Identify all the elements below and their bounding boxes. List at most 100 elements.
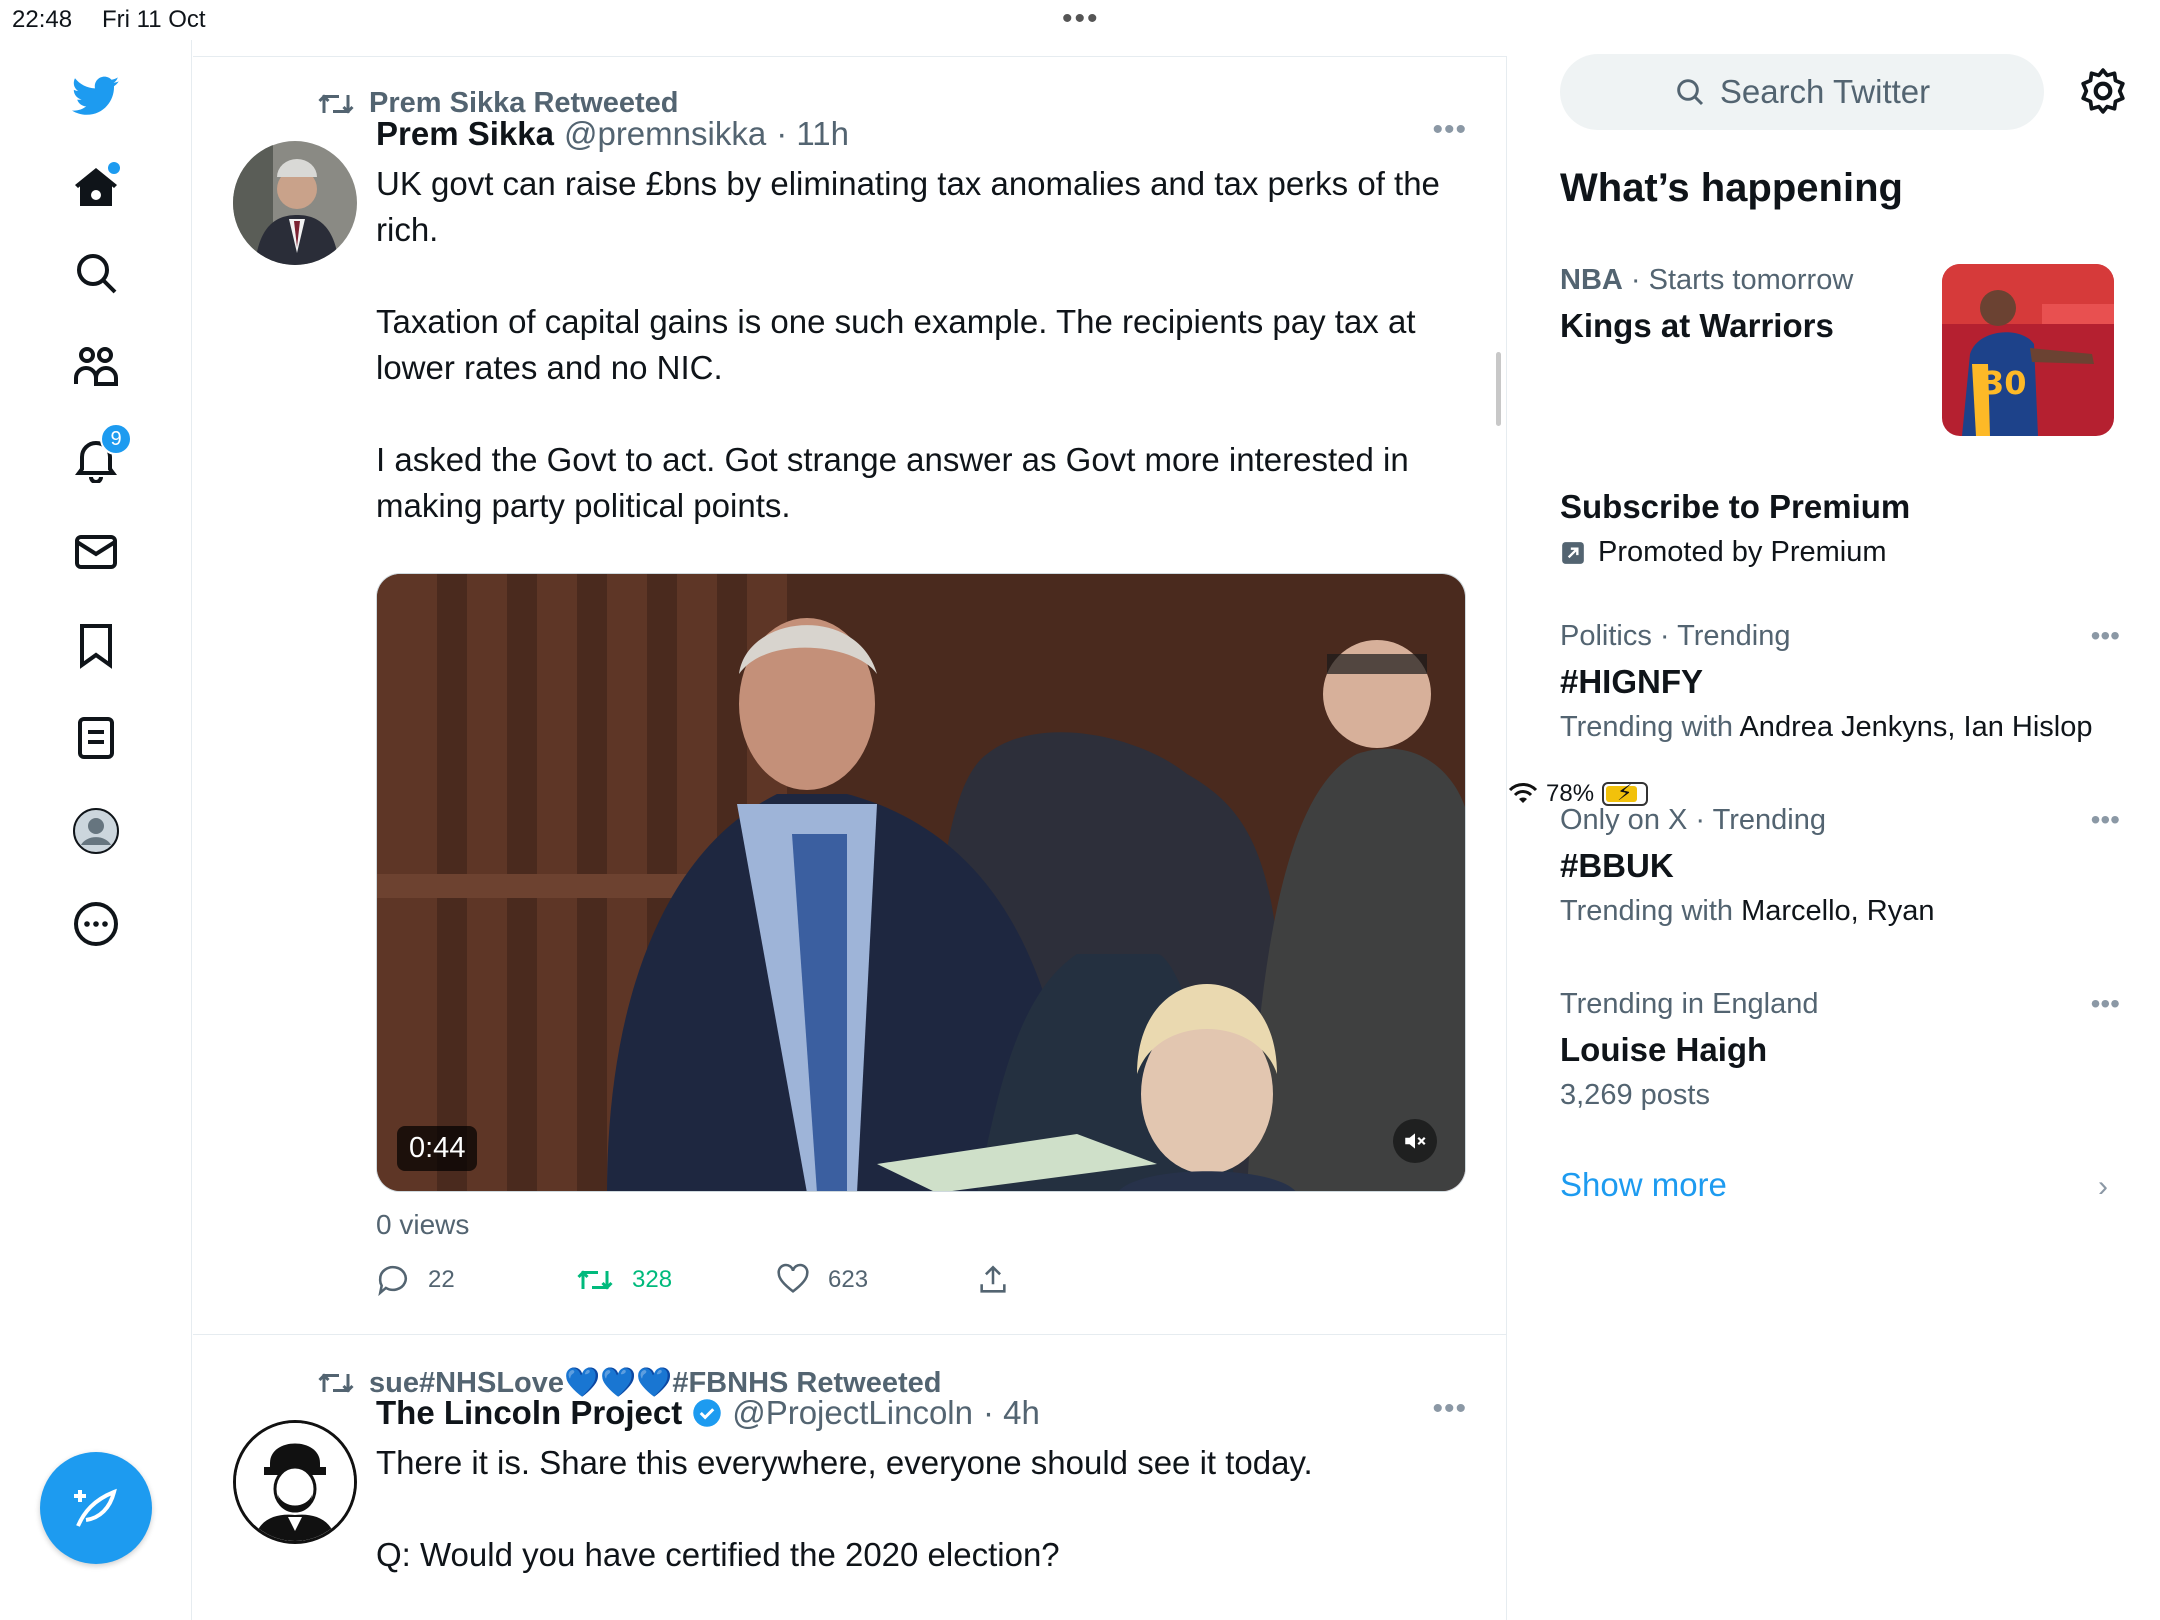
promo-premium[interactable]: Subscribe to Premium Promoted by Premium <box>1560 488 2120 569</box>
multitasking-dots[interactable]: ••• <box>1062 2 1100 36</box>
retweet-icon <box>577 1270 613 1290</box>
promo-meta: Promoted by Premium <box>1560 536 2120 569</box>
view-count: 0 views <box>376 1209 470 1240</box>
trend-meta: Politics · Trending <box>1560 620 1791 652</box>
video-duration: 0:44 <box>397 1126 478 1171</box>
trend-item[interactable]: Only on X · Trending ••• #BBUK Trending … <box>1560 804 2120 928</box>
tweet-header: The Lincoln Project @ProjectLincoln · 4h <box>376 1394 1040 1432</box>
tweet-paragraph: UK govt can raise £bns by eliminating ta… <box>376 165 1440 248</box>
nav-messages[interactable] <box>66 522 126 582</box>
whats-happening-title: What’s happening <box>1560 166 1903 210</box>
nav-explore[interactable] <box>66 243 126 303</box>
nba-thumbnail[interactable]: 30 <box>1942 264 2114 436</box>
mute-button[interactable] <box>1393 1119 1437 1163</box>
nav-home[interactable] <box>66 158 126 218</box>
retweet-count: 328 <box>632 1266 673 1293</box>
trend-item[interactable]: Politics · Trending ••• #HIGNFY Trending… <box>1560 620 2120 744</box>
nav-communities[interactable] <box>66 336 126 396</box>
trend-category: NBA <box>1560 264 1623 296</box>
notifications-badge: 9 <box>100 423 132 455</box>
reply-icon <box>378 1265 407 1297</box>
nav-lists[interactable] <box>66 708 126 768</box>
tweet-more-button[interactable]: ••• <box>1432 1392 1467 1426</box>
profile-avatar-icon <box>73 808 119 854</box>
trend-sub-prefix: Trending with <box>1560 895 1742 927</box>
trend-title: #HIGNFY <box>1560 663 1704 700</box>
share-icon <box>980 1265 1006 1293</box>
retweet-button[interactable]: 328 <box>576 1265 776 1295</box>
home-unread-dot <box>108 162 120 174</box>
trend-sub-prefix: Trending with <box>1560 711 1740 743</box>
trend-item[interactable]: Trending in England ••• Louise Haigh 3,2… <box>1560 988 2120 1112</box>
tweet-header: Prem Sikka @premnsikka · 11h <box>376 115 849 153</box>
trend-meta: Trending in England <box>1560 988 1819 1020</box>
retweet-icon <box>318 1373 354 1393</box>
nav-profile[interactable] <box>66 801 126 861</box>
tweet[interactable]: sue#NHSLove💙💙💙#FBNHS Retweeted The Linco… <box>193 1336 1507 1620</box>
svg-text:30: 30 <box>1982 364 2027 402</box>
nav-notifications[interactable]: 9 <box>66 423 132 489</box>
promoted-icon <box>1562 541 1584 564</box>
lists-icon <box>78 717 114 759</box>
tweet-paragraph: Taxation of capital gains is one such ex… <box>376 303 1416 386</box>
author-name[interactable]: Prem Sikka <box>376 115 554 153</box>
reply-button[interactable]: 22 <box>376 1263 576 1297</box>
status-date: Fri 11 Oct <box>102 6 206 33</box>
gear-icon[interactable] <box>2078 66 2128 116</box>
compose-tweet-button[interactable] <box>40 1452 152 1564</box>
status-bar: 22:48 Fri 11 Oct ••• 78% ⚡ <box>0 0 2160 807</box>
tweet-text: There it is. Share this everywhere, ever… <box>376 1440 1466 1620</box>
scrollbar[interactable] <box>1496 352 1501 426</box>
trend-sub-names: Marcello, Ryan <box>1741 895 1935 927</box>
nav-bookmarks[interactable] <box>66 615 126 675</box>
tweet-paragraph: Q: Would you have certified the 2020 ele… <box>376 1536 1060 1573</box>
speaker-muted-icon <box>1405 1133 1426 1149</box>
right-sidebar: Search Twitter What’s happening NBA · St… <box>1508 40 2160 1620</box>
search-icon <box>1677 79 1703 106</box>
tweet-time[interactable]: · 11h <box>776 115 849 153</box>
promo-title: Subscribe to Premium <box>1560 488 1911 525</box>
chevron-right-icon: › <box>2098 1170 2108 1203</box>
author-handle[interactable]: @premnsikka <box>564 115 766 153</box>
trend-more-button[interactable]: ••• <box>2091 620 2120 652</box>
timeline[interactable]: Prem Sikka Retweeted Prem Sikka @premnsi… <box>193 56 1507 1620</box>
search-icon <box>77 254 117 294</box>
tweet[interactable]: Prem Sikka Retweeted Prem Sikka @premnsi… <box>193 57 1507 1335</box>
more-circle-icon <box>74 902 118 946</box>
trend-title: Louise Haigh <box>1560 1031 1768 1068</box>
trend-sub: Trending with Marcello, Ryan <box>1560 895 2120 928</box>
tweet-actions: 22 328 623 <box>376 1263 1176 1297</box>
trend-sub: 3,269 posts <box>1560 1079 2120 1112</box>
trend-meta: Only on X · Trending <box>1560 804 1826 836</box>
share-button[interactable] <box>976 1263 1176 1297</box>
communities-icon <box>74 347 118 386</box>
tweet-time[interactable]: · 4h <box>983 1394 1040 1432</box>
envelope-icon <box>75 535 117 569</box>
show-more-link[interactable]: Show more <box>1560 1166 1727 1204</box>
reply-count: 22 <box>428 1266 455 1293</box>
tweet-paragraph: There it is. Share this everywhere, ever… <box>376 1444 1313 1481</box>
avatar[interactable] <box>233 141 357 265</box>
author-name[interactable]: The Lincoln Project <box>376 1394 682 1432</box>
search-placeholder: Search Twitter <box>1719 73 1931 110</box>
heart-icon <box>777 1263 809 1293</box>
tweet-more-button[interactable]: ••• <box>1432 113 1467 147</box>
trend-title: #BBUK <box>1560 847 1674 884</box>
tweet-paragraph: I asked the Govt to act. Got strange ans… <box>376 441 1409 524</box>
like-count: 623 <box>828 1266 869 1293</box>
tweet-video[interactable]: 0:44 <box>376 573 1466 1192</box>
compose-feather-icon <box>74 1488 117 1527</box>
nav-more[interactable] <box>66 894 126 954</box>
bookmark-icon <box>80 624 112 669</box>
trend-more-button[interactable]: ••• <box>2091 988 2120 1020</box>
left-nav: 9 <box>0 40 192 1620</box>
avatar[interactable] <box>233 1420 357 1544</box>
retweet-icon <box>318 93 354 114</box>
trend-more-button[interactable]: ••• <box>2091 804 2120 836</box>
author-handle[interactable]: @ProjectLincoln <box>732 1394 973 1432</box>
trend-sub-names: Andrea Jenkyns, Ian Hislop <box>1739 711 2093 743</box>
search-bar[interactable]: Search Twitter <box>1560 54 2044 130</box>
twitter-logo-icon[interactable] <box>66 66 126 126</box>
like-button[interactable]: 623 <box>776 1263 976 1297</box>
verified-badge-icon <box>693 1399 721 1427</box>
